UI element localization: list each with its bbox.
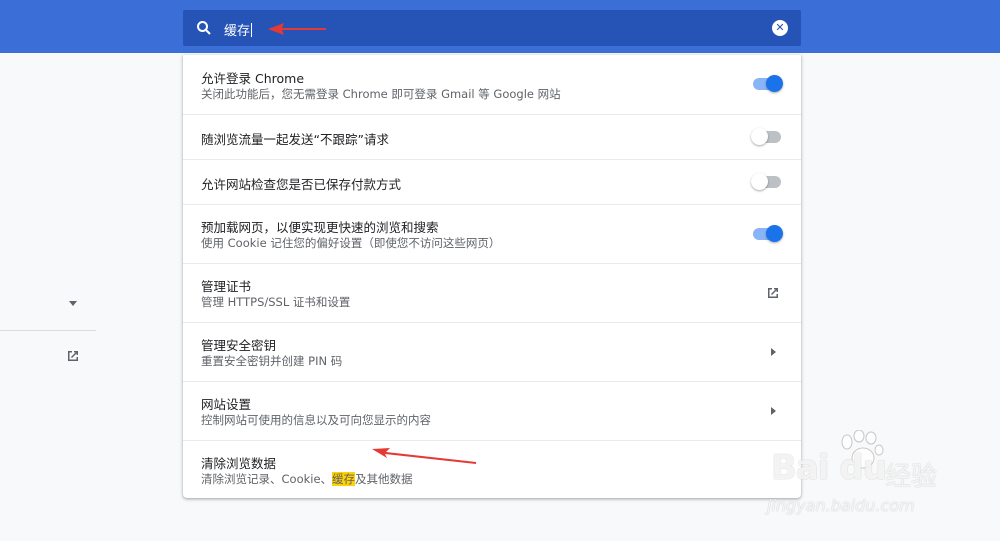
row-title: 清除浏览数据 bbox=[201, 456, 277, 471]
row-title: 网站设置 bbox=[201, 397, 252, 412]
row-title: 预加载网页，以便实现更快速的浏览和搜索 bbox=[201, 220, 439, 235]
left-panel-external-link-icon[interactable] bbox=[65, 348, 81, 364]
row-title: 管理安全密钥 bbox=[201, 338, 277, 353]
row-subtitle: 管理 HTTPS/SSL 证书和设置 bbox=[201, 295, 351, 309]
row-manage-security-keys[interactable]: 管理安全密钥 重置安全密钥并创建 PIN 码 bbox=[183, 322, 801, 381]
row-do-not-track[interactable]: 随浏览流量一起发送“不跟踪”请求 bbox=[183, 114, 801, 159]
row-site-settings[interactable]: 网站设置 控制网站可使用的信息以及可向您显示的内容 bbox=[183, 381, 801, 440]
row-title: 管理证书 bbox=[201, 279, 252, 294]
annotation-arrow-search bbox=[268, 23, 326, 35]
row-subtitle: 控制网站可使用的信息以及可向您显示的内容 bbox=[201, 413, 431, 427]
external-link-icon[interactable] bbox=[765, 285, 781, 301]
search-icon bbox=[197, 21, 211, 35]
row-allow-chrome-signin[interactable]: 允许登录 Chrome 关闭此功能后，您无需登录 Chrome 即可登录 Gma… bbox=[183, 55, 801, 114]
row-title: 随浏览流量一起发送“不跟踪”请求 bbox=[201, 132, 389, 147]
privacy-settings-card: 允许登录 Chrome 关闭此功能后，您无需登录 Chrome 即可登录 Gma… bbox=[183, 55, 801, 498]
toggle-switch[interactable] bbox=[753, 75, 783, 92]
search-match-highlight: 缓存 bbox=[332, 472, 356, 486]
row-subtitle: 关闭此功能后，您无需登录 Chrome 即可登录 Gmail 等 Google … bbox=[201, 87, 561, 101]
left-panel-divider bbox=[0, 330, 96, 331]
row-subtitle: 重置安全密钥并创建 PIN 码 bbox=[201, 354, 343, 368]
chevron-right-icon[interactable] bbox=[771, 407, 776, 415]
watermark-logo: Bai du bbox=[771, 448, 887, 488]
left-panel-dropdown-icon[interactable] bbox=[69, 301, 77, 306]
chevron-right-icon[interactable] bbox=[771, 348, 776, 356]
row-title: 允许网站检查您是否已保存付款方式 bbox=[201, 177, 402, 192]
toggle-switch[interactable] bbox=[751, 128, 781, 145]
toggle-switch[interactable] bbox=[753, 225, 783, 242]
row-title: 允许登录 Chrome bbox=[201, 71, 305, 86]
row-preload-pages[interactable]: 预加载网页，以便实现更快速的浏览和搜索 使用 Cookie 记住您的偏好设置（即… bbox=[183, 204, 801, 263]
row-clear-browsing-data[interactable]: 清除浏览数据 清除浏览记录、Cookie、缓存及其他数据 bbox=[183, 440, 801, 498]
baidu-jingyan-watermark: Bai du 经验 jingyan.baidu.com bbox=[765, 430, 955, 530]
row-payment-methods-check[interactable]: 允许网站检查您是否已保存付款方式 bbox=[183, 159, 801, 204]
clear-search-icon[interactable]: ✕ bbox=[772, 20, 788, 36]
row-subtitle: 使用 Cookie 记住您的偏好设置（即使您不访问这些网页） bbox=[201, 236, 501, 250]
search-input[interactable]: 缓存 bbox=[224, 20, 253, 39]
watermark-brand: 经验 bbox=[885, 462, 938, 492]
row-subtitle: 清除浏览记录、Cookie、缓存及其他数据 bbox=[201, 472, 413, 486]
annotation-arrow-clear-data bbox=[372, 448, 476, 464]
watermark-url: jingyan.baidu.com bbox=[767, 496, 915, 515]
toggle-switch[interactable] bbox=[751, 173, 781, 190]
row-manage-certificates[interactable]: 管理证书 管理 HTTPS/SSL 证书和设置 bbox=[183, 263, 801, 322]
